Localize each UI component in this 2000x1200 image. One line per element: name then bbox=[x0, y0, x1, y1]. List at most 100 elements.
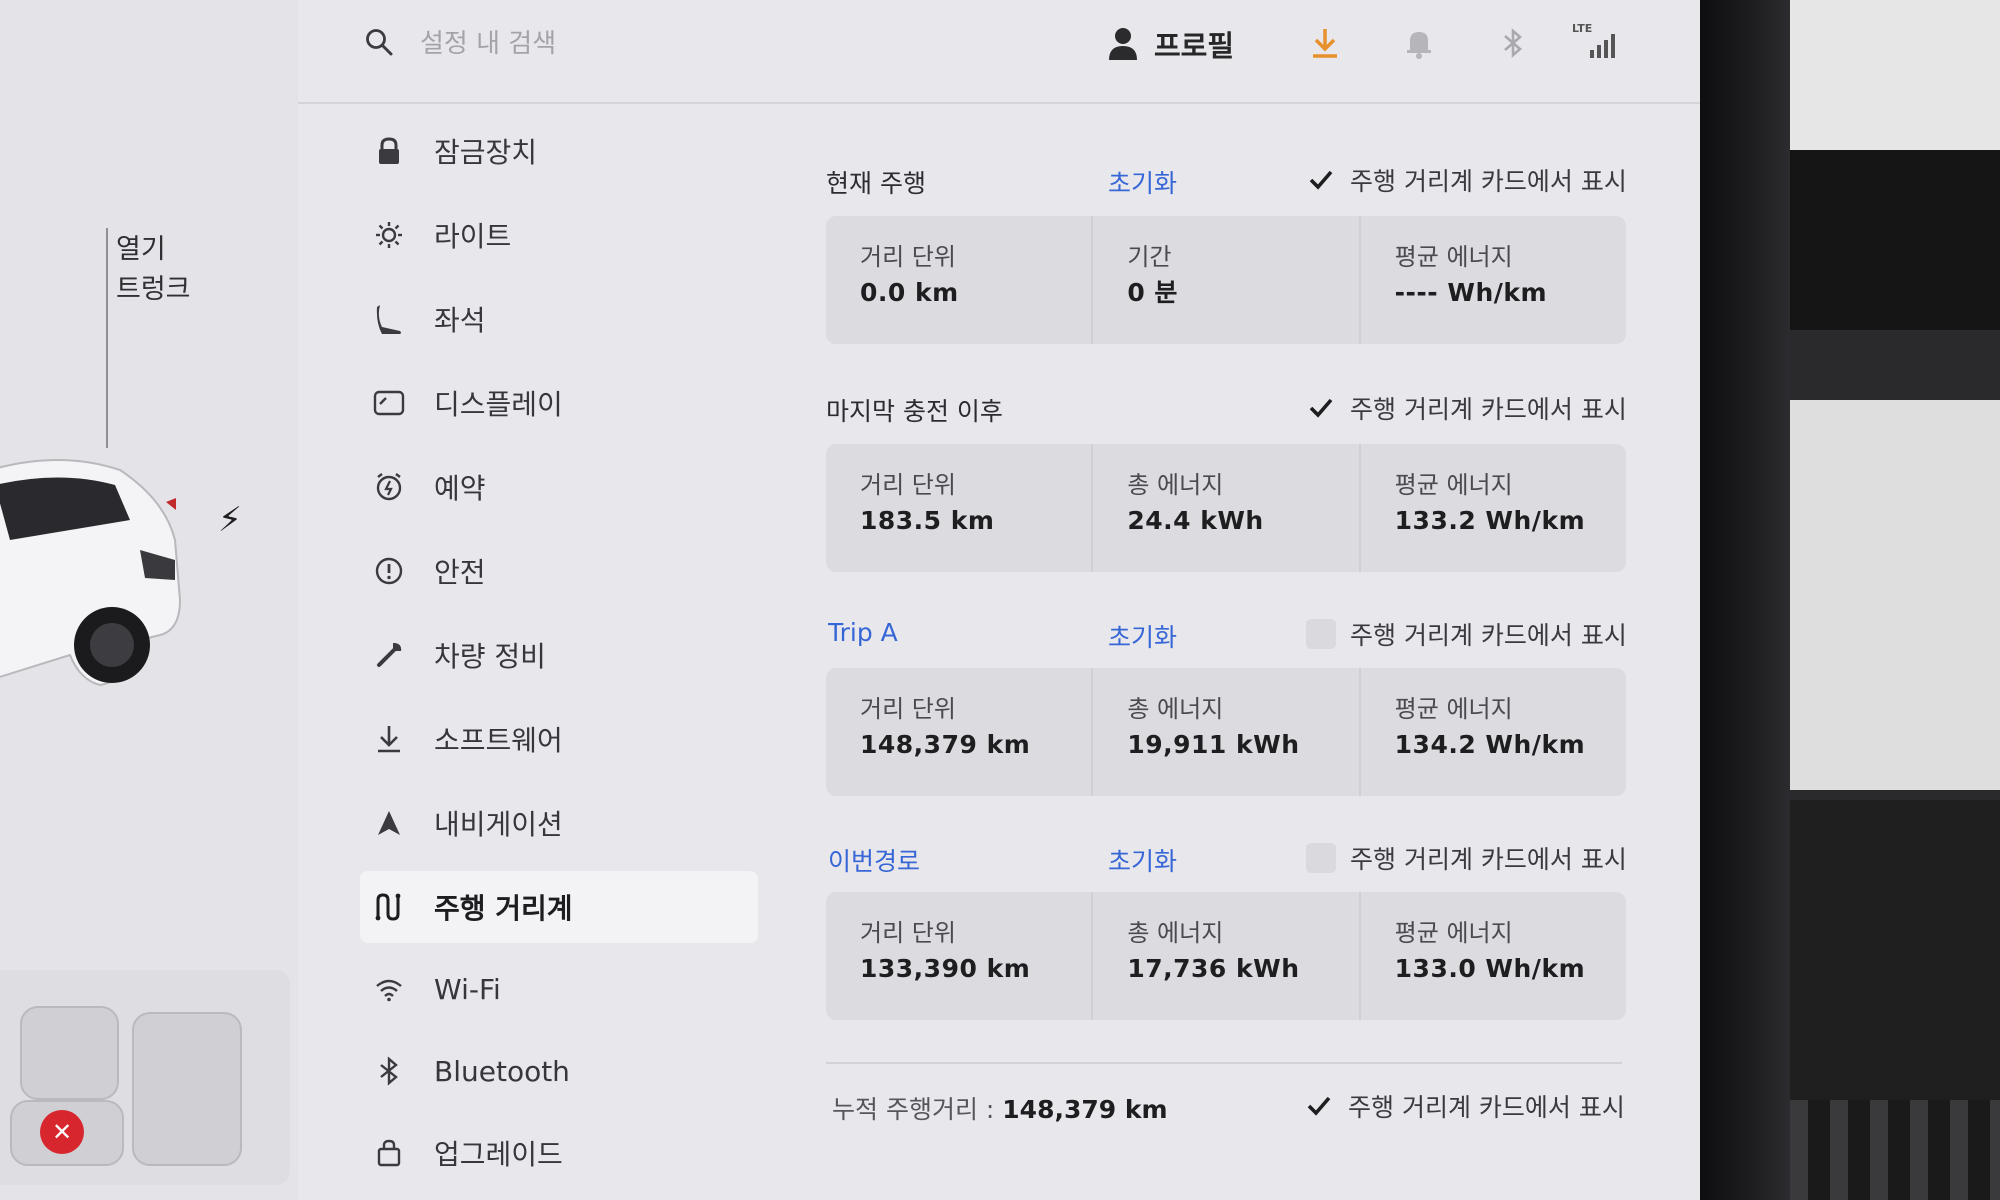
search-icon[interactable] bbox=[365, 28, 393, 56]
menu-label: 라이트 bbox=[434, 220, 512, 253]
menu-item-safety[interactable]: 안전 bbox=[360, 535, 760, 607]
sun-icon bbox=[372, 218, 406, 252]
bag-icon bbox=[372, 1136, 406, 1170]
menu-item-bluetooth[interactable]: Bluetooth bbox=[360, 1035, 760, 1107]
current-drive-show-toggle[interactable]: 주행 거리계 카드에서 표시 bbox=[1306, 162, 1627, 198]
current-drive-reset-button[interactable]: 초기화 bbox=[1108, 164, 1177, 200]
alert-icon bbox=[372, 554, 406, 588]
this-route-show-toggle[interactable]: 주행 거리계 카드에서 표시 bbox=[1306, 840, 1627, 876]
signal-strength-icon bbox=[1590, 34, 1615, 58]
menu-label: 디스플레이 bbox=[434, 388, 563, 421]
open-trunk-button[interactable]: 열기 트렁크 bbox=[116, 230, 191, 310]
menu-item-service[interactable]: 차량 정비 bbox=[360, 619, 760, 691]
lock-icon bbox=[372, 134, 406, 168]
cell-label: 거리 단위 bbox=[860, 243, 956, 271]
trunk-label-line1: 열기 bbox=[116, 234, 166, 265]
menu-item-navigation[interactable]: 내비게이션 bbox=[360, 787, 760, 859]
download-icon bbox=[372, 722, 406, 756]
menu-label: Wi-Fi bbox=[434, 972, 501, 1006]
this-route-reset-button[interactable]: 초기화 bbox=[1108, 842, 1177, 878]
menu-label: 잠금장치 bbox=[434, 136, 538, 169]
cell-value: 19,911 kWh bbox=[1127, 730, 1300, 759]
this-route-title[interactable]: 이번경로 bbox=[828, 842, 920, 878]
cell-value: 183.5 km bbox=[860, 506, 995, 535]
bell-icon[interactable] bbox=[1402, 26, 1436, 60]
lightning-icon: ⚡ bbox=[218, 500, 242, 540]
person-icon bbox=[1109, 28, 1137, 60]
menu-item-lights[interactable]: 라이트 bbox=[360, 199, 760, 271]
trip-cell: 거리 단위 148,379 km bbox=[826, 668, 1091, 796]
menu-label: 소프트웨어 bbox=[434, 724, 563, 757]
show-on-card-label: 주행 거리계 카드에서 표시 bbox=[1350, 621, 1627, 650]
trip-a-card: 거리 단위 148,379 km 총 에너지 19,911 kWh 평균 에너지… bbox=[826, 668, 1626, 796]
cell-label: 총 에너지 bbox=[1127, 695, 1224, 723]
since-charge-show-toggle[interactable]: 주행 거리계 카드에서 표시 bbox=[1306, 390, 1627, 426]
software-update-download-icon[interactable] bbox=[1308, 26, 1342, 60]
bluetooth-status-icon[interactable] bbox=[1496, 26, 1530, 60]
menu-label: 주행 거리계 bbox=[434, 892, 573, 925]
show-on-card-label: 주행 거리계 카드에서 표시 bbox=[1350, 395, 1627, 424]
current-drive-card: 거리 단위 0.0 km 기간 0 분 평균 에너지 ---- Wh/km bbox=[826, 216, 1626, 344]
menu-item-display[interactable]: 디스플레이 bbox=[360, 367, 760, 439]
navigation-icon bbox=[372, 806, 406, 840]
menu-label: 업그레이드 bbox=[434, 1138, 563, 1171]
show-on-card-label: 주행 거리계 카드에서 표시 bbox=[1350, 845, 1627, 874]
show-on-card-label: 주행 거리계 카드에서 표시 bbox=[1350, 167, 1627, 196]
schedule-icon bbox=[372, 470, 406, 504]
cell-label: 평균 에너지 bbox=[1394, 243, 1513, 271]
wifi-icon bbox=[372, 972, 406, 1006]
profile-button[interactable]: 프로필 bbox=[1108, 24, 1234, 64]
trip-cell: 총 에너지 24.4 kWh bbox=[1091, 444, 1358, 572]
menu-item-trips[interactable]: 주행 거리계 bbox=[360, 871, 758, 943]
trip-cell: 평균 에너지 ---- Wh/km bbox=[1358, 216, 1626, 344]
seat-icon bbox=[372, 302, 406, 336]
since-charge-card: 거리 단위 183.5 km 총 에너지 24.4 kWh 평균 에너지 133… bbox=[826, 444, 1626, 572]
cell-label: 평균 에너지 bbox=[1394, 919, 1513, 947]
menu-label: 좌석 bbox=[434, 304, 486, 337]
checkbox-unchecked bbox=[1306, 843, 1336, 873]
odometer-show-toggle[interactable]: 주행 거리계 카드에서 표시 bbox=[1304, 1088, 1625, 1124]
checkmark-icon bbox=[1306, 165, 1336, 195]
cell-label: 총 에너지 bbox=[1127, 919, 1224, 947]
trip-cell: 총 에너지 17,736 kWh bbox=[1091, 892, 1358, 1020]
menu-item-schedule[interactable]: 예약 bbox=[360, 451, 760, 523]
menu-item-upgrades[interactable]: 업그레이드 bbox=[360, 1117, 760, 1189]
cell-label: 거리 단위 bbox=[860, 471, 956, 499]
menu-label: Bluetooth bbox=[434, 1054, 570, 1088]
trip-cell: 평균 에너지 133.0 Wh/km bbox=[1358, 892, 1626, 1020]
cell-value: ---- Wh/km bbox=[1394, 278, 1548, 307]
seatbelt-warning-icon: ✕ bbox=[40, 1110, 84, 1154]
cell-value: 0 분 bbox=[1127, 278, 1178, 307]
car-image bbox=[0, 459, 182, 687]
display-icon bbox=[372, 386, 406, 420]
menu-label: 내비게이션 bbox=[434, 808, 563, 841]
menu-item-wifi[interactable]: Wi-Fi bbox=[360, 953, 760, 1025]
menu-label: 예약 bbox=[434, 472, 486, 505]
cell-value: 133.2 Wh/km bbox=[1394, 506, 1586, 535]
menu-item-seats[interactable]: 좌석 bbox=[360, 283, 760, 355]
cell-value: 133,390 km bbox=[860, 954, 1031, 983]
trip-a-show-toggle[interactable]: 주행 거리계 카드에서 표시 bbox=[1306, 616, 1627, 652]
touchscreen: 열기 트렁크 ⚡ ✕ 프로필 bbox=[0, 0, 1700, 1200]
cell-value: 0.0 km bbox=[860, 278, 959, 307]
show-on-card-label: 주행 거리계 카드에서 표시 bbox=[1348, 1093, 1625, 1122]
rear-seat-icon bbox=[132, 1012, 242, 1166]
menu-item-locks[interactable]: 잠금장치 bbox=[360, 115, 760, 187]
settings-search-input[interactable] bbox=[420, 24, 800, 64]
screen-bezel bbox=[1700, 0, 1790, 1200]
profile-label: 프로필 bbox=[1154, 29, 1235, 63]
cell-value: 133.0 Wh/km bbox=[1394, 954, 1586, 983]
trip-a-title[interactable]: Trip A bbox=[828, 618, 898, 647]
cell-label: 총 에너지 bbox=[1127, 471, 1224, 499]
odometer-readout: 누적 주행거리 : 148,379 km bbox=[832, 1090, 1168, 1126]
menu-item-software[interactable]: 소프트웨어 bbox=[360, 703, 760, 775]
trip-a-reset-button[interactable]: 초기화 bbox=[1108, 618, 1177, 654]
car-visualization-panel: 열기 트렁크 ⚡ ✕ bbox=[0, 0, 298, 1200]
trips-icon bbox=[372, 890, 406, 924]
cell-label: 기간 bbox=[1127, 243, 1172, 271]
bluetooth-icon bbox=[372, 1054, 406, 1088]
cell-label: 거리 단위 bbox=[860, 695, 956, 723]
trip-cell: 기간 0 분 bbox=[1091, 216, 1358, 344]
cell-label: 평균 에너지 bbox=[1394, 471, 1513, 499]
cell-value: 148,379 km bbox=[860, 730, 1031, 759]
